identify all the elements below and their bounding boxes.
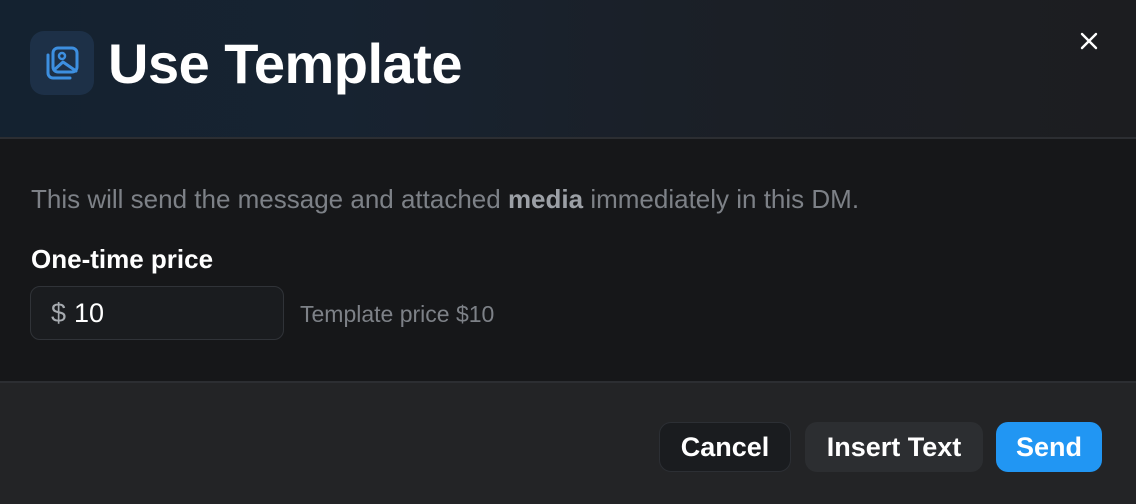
price-label: One-time price <box>31 244 214 274</box>
description-bold-media: media <box>507 184 584 214</box>
use-template-dialog: Use Template This will send the message … <box>0 0 1136 504</box>
price-input-field[interactable]: $ <box>30 286 284 340</box>
template-price-note: Template price $10 <box>300 301 495 327</box>
send-button[interactable]: Send <box>996 422 1102 472</box>
cancel-button[interactable]: Cancel <box>659 422 791 472</box>
image-template-icon <box>30 31 94 95</box>
dialog-description: This will send the message and attached … <box>31 183 859 215</box>
close-button[interactable] <box>1072 24 1106 58</box>
price-input[interactable] <box>74 297 255 329</box>
dialog-body: This will send the message and attached … <box>0 139 1136 381</box>
insert-text-button[interactable]: Insert Text <box>805 422 983 472</box>
currency-symbol: $ <box>51 297 67 328</box>
close-icon <box>1080 32 1098 50</box>
dialog-header: Use Template <box>0 0 1136 139</box>
dialog-title: Use Template <box>108 32 462 95</box>
dialog-footer: Cancel Insert Text Send <box>0 381 1136 504</box>
description-suffix: immediately in this DM. <box>583 184 860 214</box>
description-prefix: This will send the message and attached <box>31 184 508 214</box>
